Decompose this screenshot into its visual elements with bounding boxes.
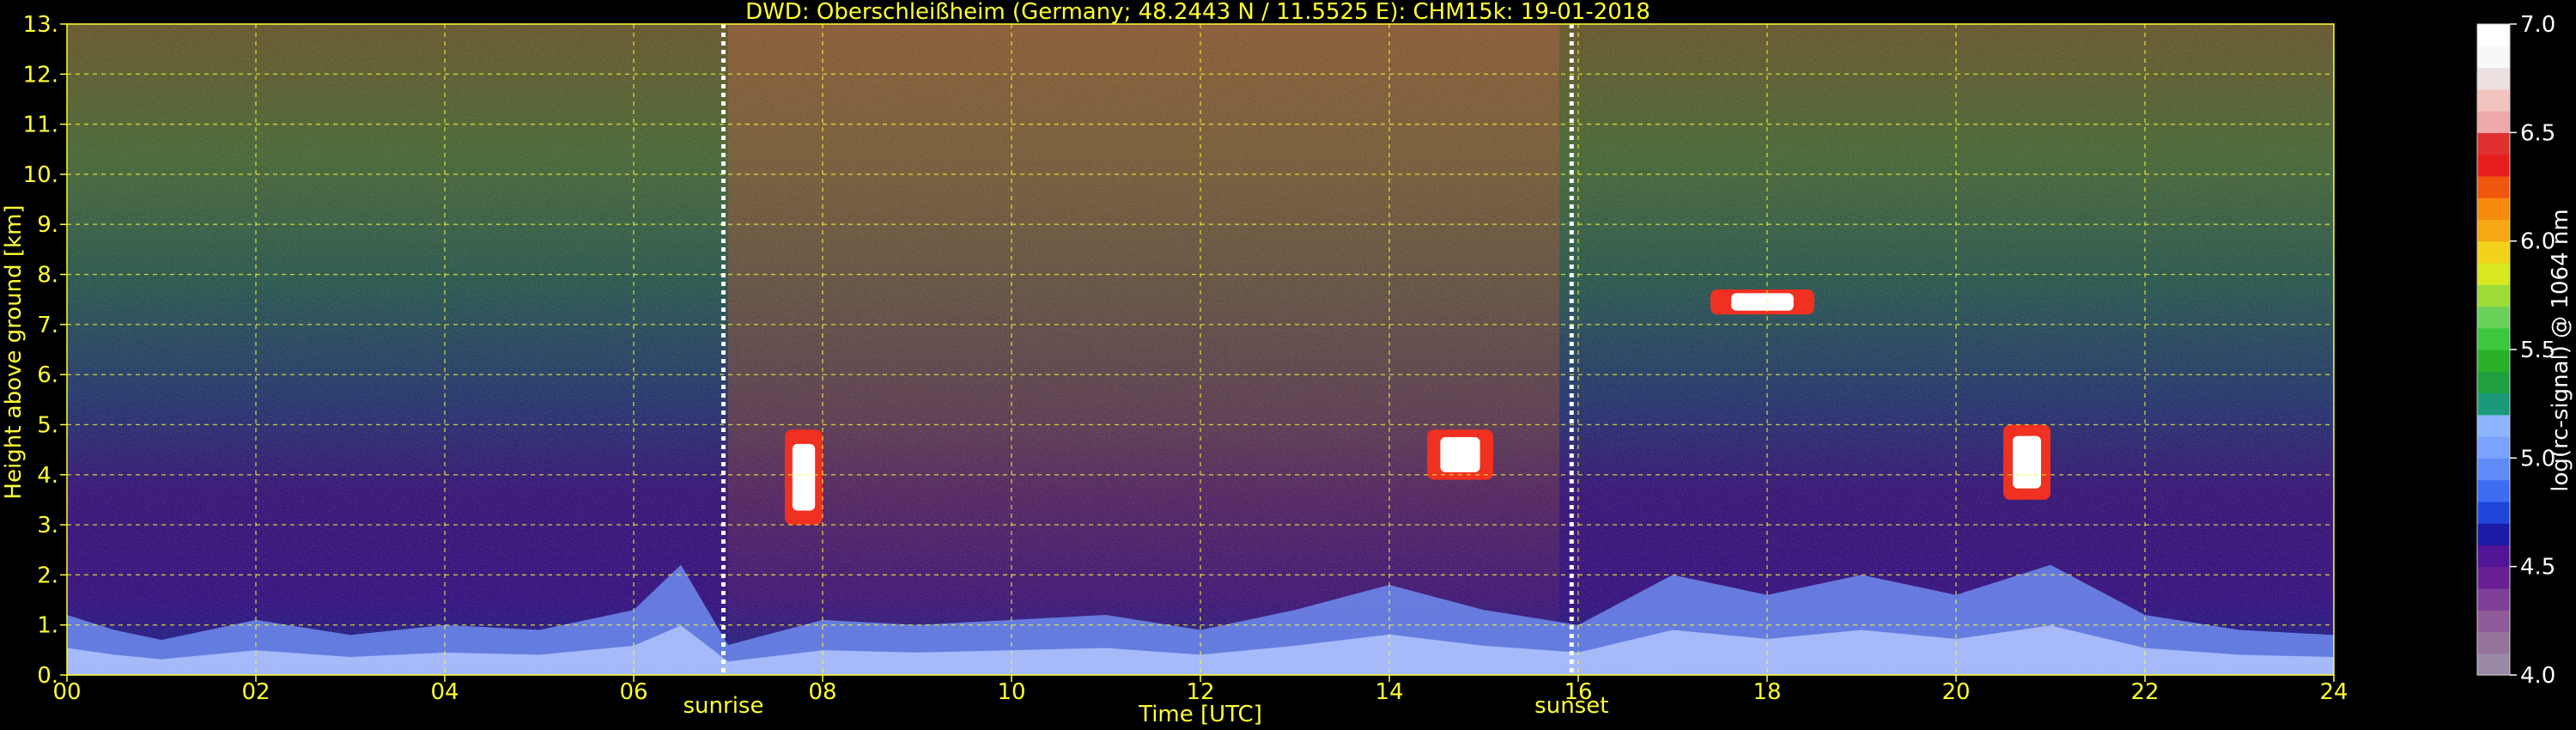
colorbar-tick-label: 7.0 [2520, 12, 2555, 38]
colorbar-segment [2477, 392, 2510, 416]
colorbar-segment [2477, 631, 2510, 654]
colorbar-segment [2477, 198, 2510, 220]
x-tick-label: 16 [1564, 679, 1592, 705]
x-tick-label: 10 [997, 679, 1025, 705]
colorbar-segment [2477, 88, 2510, 112]
y-tick-label: 2. [37, 563, 58, 588]
cloud-core-3 [1731, 293, 1794, 311]
colorbar-segment [2477, 350, 2510, 372]
colorbar-segment [2477, 414, 2510, 437]
colorbar-segment [2477, 284, 2510, 307]
x-tick-label: 18 [1753, 679, 1781, 705]
colorbar-segment [2477, 501, 2510, 524]
colorbar-segment [2477, 132, 2510, 155]
y-tick-label: 13. [23, 12, 58, 38]
x-tick-label: 08 [808, 679, 836, 705]
y-tick-label: 8. [37, 263, 58, 289]
x-tick-label: 00 [52, 679, 81, 705]
event-label-sunrise: sunrise [683, 693, 764, 719]
colorbar-segment [2477, 523, 2510, 545]
colorbar-segment [2477, 67, 2510, 90]
colorbar-segment [2477, 175, 2510, 198]
colorbar-segment [2477, 306, 2510, 329]
plot-area: sunrise sunset [66, 23, 2335, 719]
colorbar-segment [2477, 436, 2510, 459]
colorbar-segment [2477, 24, 2510, 46]
x-tick-label: 22 [2130, 679, 2159, 705]
colorbar-tick-label: 4.0 [2520, 663, 2555, 689]
y-tick-label: 10. [23, 162, 58, 188]
y-tick-label: 5. [37, 412, 58, 438]
colorbar-segment [2477, 371, 2510, 394]
colorbar: 4.04.55.05.56.06.57.0 [2476, 12, 2555, 689]
colorbar-segment [2477, 240, 2510, 264]
y-tick-label: 4. [37, 463, 58, 489]
y-tick-label: 7. [37, 313, 58, 338]
colorbar-segment [2477, 327, 2510, 350]
chart-canvas: DWD: Oberschleißheim (Germany; 48.2443 N… [1, 0, 2573, 727]
colorbar-segment [2477, 219, 2510, 242]
x-tick-label: 20 [1941, 679, 1970, 705]
colorbar-segment [2477, 479, 2510, 502]
colorbar-segment [2477, 587, 2510, 611]
colorbar-segment [2477, 111, 2510, 133]
y-tick-label: 1. [37, 613, 58, 639]
x-tick-label: 06 [619, 679, 647, 705]
x-tick-label: 14 [1375, 679, 1403, 705]
colorbar-tick-label: 6.5 [2520, 120, 2555, 146]
y-tick-label: 12. [23, 62, 58, 88]
colorbar-segment [2477, 653, 2510, 676]
colorbar-tick-label: 4.5 [2520, 555, 2555, 581]
y-axis-label: Height above ground [km] [1, 204, 27, 499]
cloud-core-2 [1440, 437, 1480, 472]
y-tick-label: 3. [37, 513, 58, 538]
x-tick-label: 04 [430, 679, 459, 705]
colorbar-segment [2477, 46, 2510, 69]
y-tick-label: 9. [37, 212, 58, 238]
chart-title: DWD: Oberschleißheim (Germany; 48.2443 N… [745, 0, 1650, 25]
colorbar-segment [2477, 610, 2510, 633]
colorbar-label: log(rc-signal) @ 1064 nm [2548, 209, 2573, 491]
colorbar-segment [2477, 154, 2510, 177]
x-tick-label: 24 [2319, 679, 2348, 705]
y-axis: 0.1.2.3.4.5.6.7.8.9.10.11.12.13. [23, 12, 67, 689]
y-tick-label: 11. [23, 113, 58, 138]
colorbar-segment [2477, 566, 2510, 589]
colorbar-segment [2477, 262, 2510, 285]
x-tick-label: 02 [241, 679, 270, 705]
colorbar-segment [2477, 544, 2510, 568]
y-tick-label: 6. [37, 362, 58, 388]
x-axis-label: Time [UTC] [1138, 702, 1262, 727]
cloud-core-4 [2013, 435, 2041, 489]
cloud-core-1 [792, 443, 816, 511]
colorbar-segment [2477, 458, 2510, 481]
x-axis: 00 02 04 06 08 10 12 14 16 18 20 22 24 [52, 675, 2348, 705]
